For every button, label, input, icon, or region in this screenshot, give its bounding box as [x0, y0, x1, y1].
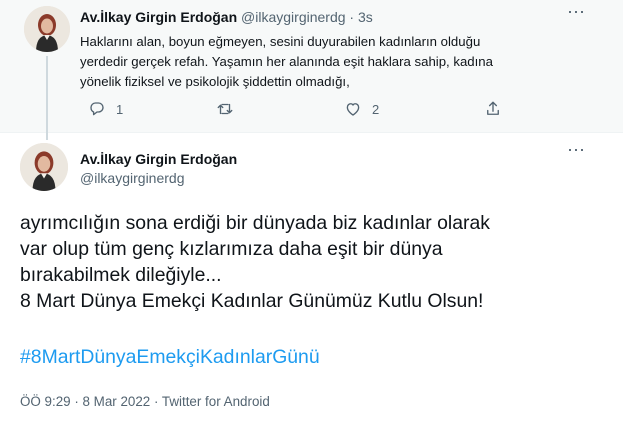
thread-connector-line [46, 56, 48, 140]
tweet-text-line: yönelik fiziksel ve psikolojik şiddettin… [80, 74, 350, 89]
tweet-text: ayrımcılığın sona erdiği bir dünyada biz… [20, 210, 610, 314]
reply-icon [90, 102, 104, 116]
tweet-timestamp-source[interactable]: ÖÖ 9:29 · 8 Mar 2022 · Twitter for Andro… [20, 394, 270, 409]
author-name[interactable]: Av.İlkay Girgin Erdoğan [80, 151, 237, 167]
tweet-actions: 1 2 [88, 100, 528, 122]
previous-tweet[interactable]: Av.İlkay Girgin Erdoğan @ilkaygirginerdg… [0, 0, 623, 133]
tweet-text-line: 8 Mart Dünya Emekçi Kadınlar Günümüz Kut… [20, 290, 484, 312]
reply-count: 1 [116, 101, 124, 117]
author-name[interactable]: Av.İlkay Girgin Erdoğan [80, 9, 237, 25]
like-button[interactable]: 2 [344, 100, 379, 118]
tweet-header: Av.İlkay Girgin Erdoğan @ilkaygirginerdg… [80, 9, 373, 25]
more-horizontal-icon[interactable]: ⋯ [567, 3, 585, 21]
tweet-text-line: bırakabilmek dileğiyle... [20, 264, 222, 286]
tweet-text-line: Haklarını alan, boyun eğmeyen, sesini du… [80, 34, 481, 49]
heart-icon [346, 103, 360, 116]
separator: · [349, 9, 355, 25]
author-avatar[interactable] [24, 6, 70, 52]
tweet-text: Haklarını alan, boyun eğmeyen, sesini du… [80, 32, 550, 92]
avatar-photo-icon [24, 6, 70, 52]
author-avatar[interactable] [20, 143, 68, 191]
author-handle[interactable]: @ilkaygirginerdg [241, 9, 345, 25]
like-count: 2 [372, 101, 380, 117]
retweet-button[interactable] [216, 100, 244, 118]
author-handle[interactable]: @ilkaygirginerdg [80, 170, 184, 186]
hashtag-link[interactable]: #8MartDünyaEmekçiKadınlarGünü [20, 346, 320, 369]
tweet-text-line: var olup tüm genç kızlarımıza daha eşit … [20, 238, 443, 260]
tweet-text-line: ayrımcılığın sona erdiği bir dünyada biz… [20, 212, 490, 234]
reply-button[interactable]: 1 [88, 100, 123, 118]
retweet-icon [217, 103, 233, 115]
tweet-text-line: yerdedir gerçek refah. Yaşamın her alanı… [80, 54, 493, 69]
avatar-photo-icon [20, 143, 68, 191]
share-icon [487, 101, 499, 115]
more-horizontal-icon[interactable]: ⋯ [567, 141, 585, 159]
share-button[interactable] [484, 100, 502, 118]
tweet-time[interactable]: 3s [358, 9, 373, 25]
